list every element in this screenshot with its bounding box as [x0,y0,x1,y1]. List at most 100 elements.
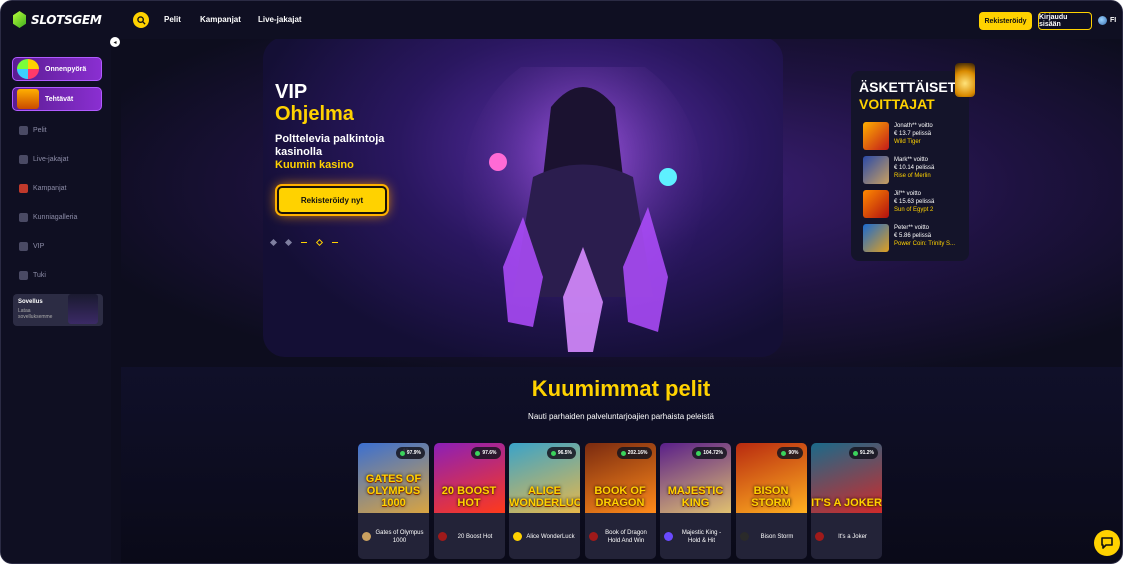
game-art[interactable]: 104.72% MAJESTIC KING [660,443,731,513]
carousel-dot[interactable] [269,238,278,247]
winner-name: Peter** voitto [894,225,930,231]
sidebar-item-label: Kunniagalleria [33,214,78,221]
provider-icon [513,532,522,541]
winner-game[interactable]: Rise of Merlin [894,173,931,179]
rtp-badge: 97.6% [471,447,501,459]
rtp-badge: 96.5% [546,447,576,459]
globe-icon [1098,16,1107,25]
rtp-indicator-icon [475,450,481,456]
promo-label: Tehtävät [45,95,74,103]
support-icon [19,271,28,280]
game-art-title: IT'S A JOKER [811,497,882,509]
logo[interactable]: SLOTSGEM [13,11,102,28]
sidebar-item-campaigns[interactable]: Kampanjat [19,184,66,193]
sidebar-item-label: Tuki [33,272,46,279]
provider-icon [588,532,598,541]
sidebar-item-label: VIP [33,243,45,250]
hero-highlight: Kuumin kasino [275,159,354,171]
hero-register-button[interactable]: Rekisteröidy nyt [277,186,387,214]
chest-icon [17,89,39,109]
game-art-title: BOOK OF DRAGON [594,485,646,509]
app-download-card[interactable]: Sovellus Lataa sovelluksemme [13,294,103,326]
rtp-indicator-icon [550,450,556,456]
game-card[interactable]: 202.16% BOOK OF DRAGON Book of Dragon Hold… [584,443,656,559]
game-art[interactable]: 97.6% 20 BOOST HOT [433,443,505,513]
provider-icon [664,532,673,541]
winner-row[interactable]: Jonath** voitto € 13.7 pelissä Wild Tige… [863,122,967,152]
winner-row[interactable]: Peter** voitto € 5.86 pelissä Power Coin… [863,224,967,254]
carousel-dot-active[interactable] [315,238,324,247]
game-art-title: ALICE WONDERLUCK [509,485,580,509]
winner-name: Mark** voitto [894,157,929,163]
game-card[interactable]: 4297.9%GATES OF OLYMPUS 1000Gates of Oly… [358,443,429,559]
trophy-icon [19,213,28,222]
game-card[interactable]: 91.2% IT'S A JOKER It's a Joker [811,443,882,559]
game-name[interactable]: Book of Dragon Hold And Win [601,529,652,545]
register-button[interactable]: Rekisteröidy [979,12,1032,30]
nav-games[interactable]: Pelit [164,15,181,24]
language-selector[interactable]: FI [1098,16,1116,25]
app-card-subtitle: Lataa sovelluksemme [18,308,53,320]
nav-live-dealers[interactable]: Live-jakajat [258,15,302,24]
lantern-icon [955,63,975,97]
sidebar-item-support[interactable]: Tuki [19,271,46,280]
game-art[interactable]: 202.16% BOOK OF DRAGON [584,443,656,513]
carousel-dot[interactable] [284,238,293,247]
game-name[interactable]: 20 Boost Hot [450,533,501,541]
sidebar-item-hall-of-fame[interactable]: Kunniagalleria [19,213,77,222]
crown-icon [19,242,28,251]
game-thumbnail [863,122,889,150]
game-art[interactable]: 96.5% ALICE WONDERLUCK [509,443,580,513]
game-name[interactable]: Bison Storm [752,533,803,541]
game-info: Alice WonderLuck [509,514,580,559]
hero-text: Polttelevia palkintoja kasinolla [275,133,385,158]
game-art[interactable]: 4297.9%GATES OF OLYMPUS 1000 [358,443,429,513]
game-card[interactable]: 96.5% ALICE WONDERLUCK Alice WonderLuck [509,443,580,559]
rtp-indicator-icon [696,450,702,456]
game-art-title: BISON STORM [751,485,791,509]
rtp-badge: 104.72% [692,447,727,459]
game-info: Majestic King - Hold & Hit [660,514,731,559]
game-thumbnail [863,224,889,252]
winner-game[interactable]: Wild Tiger [894,139,921,145]
winner-row[interactable]: Jiř** voitto € 15.63 pelissä Sun of Egyp… [863,190,967,220]
promo-wheel-of-fortune[interactable]: Onnenpyörä [12,57,102,81]
game-card[interactable]: 97.6% 20 BOOST HOT 20 Boost Hot [433,443,505,559]
game-card[interactable]: 104.72% MAJESTIC KING Majestic King - Hold… [660,443,731,559]
game-name[interactable]: It's a Joker [827,533,878,541]
sidebar-item-label: Pelit [33,127,47,134]
sidebar-item-vip[interactable]: VIP [19,242,44,251]
rtp-indicator-icon [781,450,787,456]
sidebar-collapse-button[interactable]: ◂ [110,37,120,47]
login-button[interactable]: Kirjaudu sisään [1038,12,1092,30]
game-thumbnail [863,156,889,184]
game-card[interactable]: 90% BISON STORM Bison Storm [735,443,807,559]
sidebar-item-live-dealers[interactable]: Live-jakajat [19,155,68,164]
game-art[interactable]: 91.2% IT'S A JOKER [811,443,882,513]
wheel-icon [17,59,39,79]
winner-game[interactable]: Sun of Egypt 2 [894,207,933,213]
winner-game[interactable]: Power Coin: Trinity S... [894,241,955,247]
provider-icon [739,532,749,541]
sidebar-item-label: Live-jakajat [33,156,69,163]
winner-row[interactable]: Mark** voitto € 10.14 pelissä Rise of Me… [863,156,967,186]
nav-campaigns[interactable]: Kampanjat [200,15,241,24]
promo-missions[interactable]: Tehtävät [12,87,102,111]
promo-label: Onnenpyörä [45,65,87,73]
game-art[interactable]: 90% BISON STORM [735,443,807,513]
sidebar-item-games[interactable]: Pelit [19,126,47,135]
game-name[interactable]: Gates of Olympus 1000 [374,529,425,545]
game-name[interactable]: Alice WonderLuck [525,533,576,541]
rtp-indicator-icon [620,450,626,456]
winners-title: ÄSKETTÄISET [859,79,957,95]
game-art-title: GATES OF OLYMPUS 1000 [365,473,422,509]
search-button[interactable] [133,12,149,28]
rtp-badge: 97.9% [395,447,425,459]
game-name[interactable]: Majestic King - Hold & Hit [676,529,727,545]
winner-amount: € 15.63 pelissä [894,199,935,205]
game-info: Bison Storm [736,514,807,559]
winner-amount: € 10.14 pelissä [894,165,935,171]
rtp-indicator-icon [399,450,405,456]
game-art-title: MAJESTIC KING [667,485,724,509]
chat-button[interactable] [1094,530,1120,556]
